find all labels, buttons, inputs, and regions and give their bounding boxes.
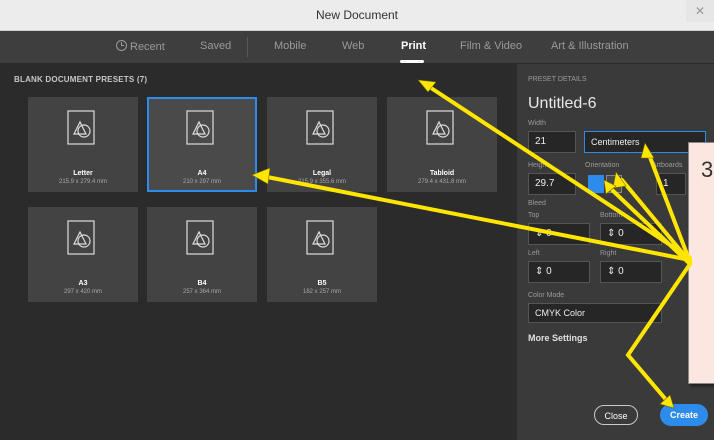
- new-document-window: New Document ✕ Recent Saved Mobile Web P…: [0, 0, 714, 440]
- annotation-arrows: [251, 79, 692, 409]
